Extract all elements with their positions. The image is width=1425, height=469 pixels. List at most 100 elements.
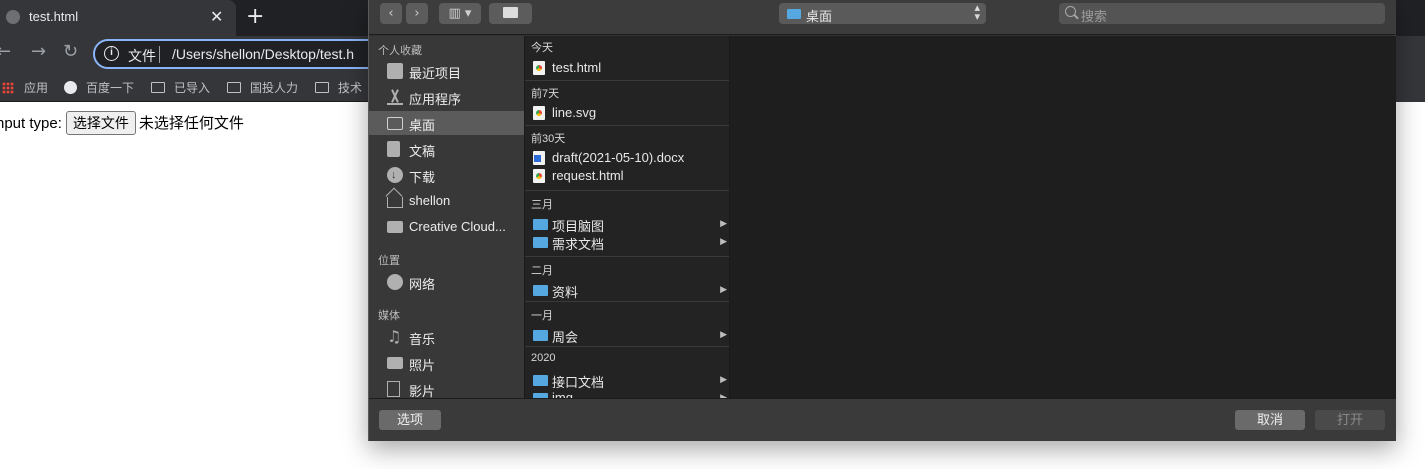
search-placeholder: 搜索: [1081, 9, 1108, 24]
desktop-icon: [387, 117, 403, 130]
sidebar-item-documents[interactable]: 文稿: [369, 137, 524, 161]
forward-icon[interactable]: →: [31, 41, 46, 62]
bookmark-label: 应用: [24, 81, 49, 95]
preview-pane: [730, 36, 1396, 398]
file-name: draft(2021-05-10).docx: [552, 150, 685, 165]
folder-item[interactable]: 项目脑图 ▶: [525, 215, 729, 234]
address-url[interactable]: /Users/shellon/Desktop/test.h: [172, 46, 354, 62]
folder-item[interactable]: 需求文档 ▶: [525, 233, 729, 252]
reload-icon[interactable]: ↻: [63, 41, 78, 62]
chevron-right-icon: ▶: [720, 329, 727, 339]
info-icon[interactable]: i: [104, 46, 119, 61]
sidebar-item-desktop[interactable]: 桌面: [369, 111, 524, 135]
sidebar-item-label: 桌面: [409, 118, 436, 133]
folder-icon: [787, 9, 801, 19]
bookmark-imported[interactable]: 已导入: [151, 79, 210, 96]
folder-item[interactable]: 接口文档 ▶: [525, 371, 729, 390]
tab-test-html[interactable]: test.html ✕: [0, 0, 236, 36]
folder-name: 资料: [552, 285, 579, 300]
photos-icon: [387, 357, 403, 369]
open-button[interactable]: 打开: [1315, 410, 1385, 430]
address-bar[interactable]: i 文件 /Users/shellon/Desktop/test.h: [93, 39, 393, 69]
sidebar-item-music[interactable]: ♫ 音乐: [369, 325, 524, 349]
file-item[interactable]: request.html: [525, 167, 729, 185]
file-name: request.html: [552, 168, 624, 183]
folder-item[interactable]: img ▶: [525, 389, 729, 398]
choose-file-button[interactable]: 选择文件: [65, 111, 136, 135]
file-status-text: 未选择任何文件: [138, 115, 244, 132]
input-type-label: nput type:: [0, 115, 62, 132]
sidebar-item-photos[interactable]: 照片: [369, 351, 524, 375]
toolbar-right-edge: [1396, 36, 1425, 102]
folder-item[interactable]: 资料 ▶: [525, 281, 729, 300]
chevron-updown-icon: ▴ ▾: [974, 2, 980, 23]
sidebar-item-label: 照片: [409, 358, 436, 373]
group-divider: [525, 346, 729, 347]
options-button[interactable]: 选项: [379, 410, 441, 430]
sidebar-item-network[interactable]: 网络: [369, 270, 524, 294]
sidebar-item-label: 文稿: [409, 144, 436, 159]
bookmark-guotou[interactable]: 国投人力: [227, 79, 298, 96]
sidebar-heading: 位置: [378, 255, 400, 267]
html-file-icon: [533, 169, 545, 183]
search-input[interactable]: 搜索: [1059, 3, 1385, 24]
search-icon: [1065, 6, 1076, 17]
view-mode-button[interactable]: ▥ ▾: [439, 3, 481, 24]
folder-name: 周会: [552, 330, 579, 345]
back-icon[interactable]: ‹: [380, 3, 402, 24]
back-icon[interactable]: ←: [0, 41, 11, 62]
dialog-toolbar: ‹ › ▥ ▾ 桌面 ▴ ▾ 搜索: [369, 0, 1396, 35]
bookmark-apps[interactable]: 应用: [2, 79, 48, 96]
file-name: line.svg: [552, 105, 597, 120]
group-divider: [525, 256, 729, 257]
folder-icon: [387, 221, 403, 233]
folder-item[interactable]: 周会 ▶: [525, 326, 729, 345]
chevron-right-icon: ▶: [720, 374, 727, 384]
file-item[interactable]: draft(2021-05-10).docx: [525, 149, 729, 167]
documents-icon: [387, 141, 400, 157]
close-icon[interactable]: ✕: [210, 7, 223, 27]
sidebar-item-recents[interactable]: 最近项目: [369, 59, 524, 83]
sidebar-heading: 个人收藏: [378, 45, 422, 57]
globe-icon: [64, 81, 77, 94]
dialog-footer: 选项 取消 打开: [369, 398, 1396, 441]
sidebar-item-home[interactable]: shellon: [369, 187, 524, 213]
apps-grid-icon: [2, 82, 14, 94]
sidebar-item-label: 应用程序: [409, 92, 462, 107]
home-icon: [385, 187, 403, 208]
sidebar-item-label: 音乐: [409, 332, 436, 347]
bookmark-label: 国投人力: [250, 81, 299, 95]
folder-icon: [533, 330, 548, 341]
location-popup[interactable]: 桌面 ▴ ▾: [779, 3, 986, 24]
file-item[interactable]: test.html: [525, 59, 729, 77]
forward-icon[interactable]: ›: [406, 3, 428, 24]
bookmark-label: 百度一下: [86, 81, 135, 95]
folder-name: 需求文档: [552, 237, 605, 252]
sidebar-item-label: Creative Cloud...: [409, 219, 506, 234]
network-icon: [387, 274, 403, 290]
cancel-button[interactable]: 取消: [1235, 410, 1305, 430]
html-file-icon: [533, 61, 545, 75]
applications-icon: [387, 89, 403, 105]
folder-icon: [315, 82, 329, 93]
new-folder-button[interactable]: [489, 3, 532, 24]
dialog-sidebar: 个人收藏 最近项目 应用程序 桌面 文稿 ↓ 下载 shellon Creati…: [369, 36, 524, 398]
sidebar-item-label: 网络: [409, 277, 436, 292]
file-item[interactable]: line.svg: [525, 104, 729, 122]
group-heading: 三月: [531, 199, 553, 211]
group-heading: 前30天: [531, 133, 566, 145]
sidebar-item-movies[interactable]: 影片: [369, 377, 524, 398]
address-scheme-label: 文件: [128, 48, 156, 64]
sidebar-item-downloads[interactable]: ↓ 下载: [369, 163, 524, 187]
folder-icon: [227, 82, 241, 93]
word-file-icon: [533, 151, 545, 165]
chevron-right-icon: ▶: [720, 236, 727, 246]
folder-icon: [533, 237, 548, 248]
bookmark-tech[interactable]: 技术: [315, 79, 362, 96]
sidebar-item-creative-cloud[interactable]: Creative Cloud...: [369, 215, 524, 239]
bookmark-baidu[interactable]: 百度一下: [64, 79, 134, 96]
sidebar-item-applications[interactable]: 应用程序: [369, 85, 524, 109]
sidebar-heading: 媒体: [378, 310, 400, 322]
new-tab-button[interactable]: +: [246, 4, 264, 29]
folder-icon: [151, 82, 165, 93]
